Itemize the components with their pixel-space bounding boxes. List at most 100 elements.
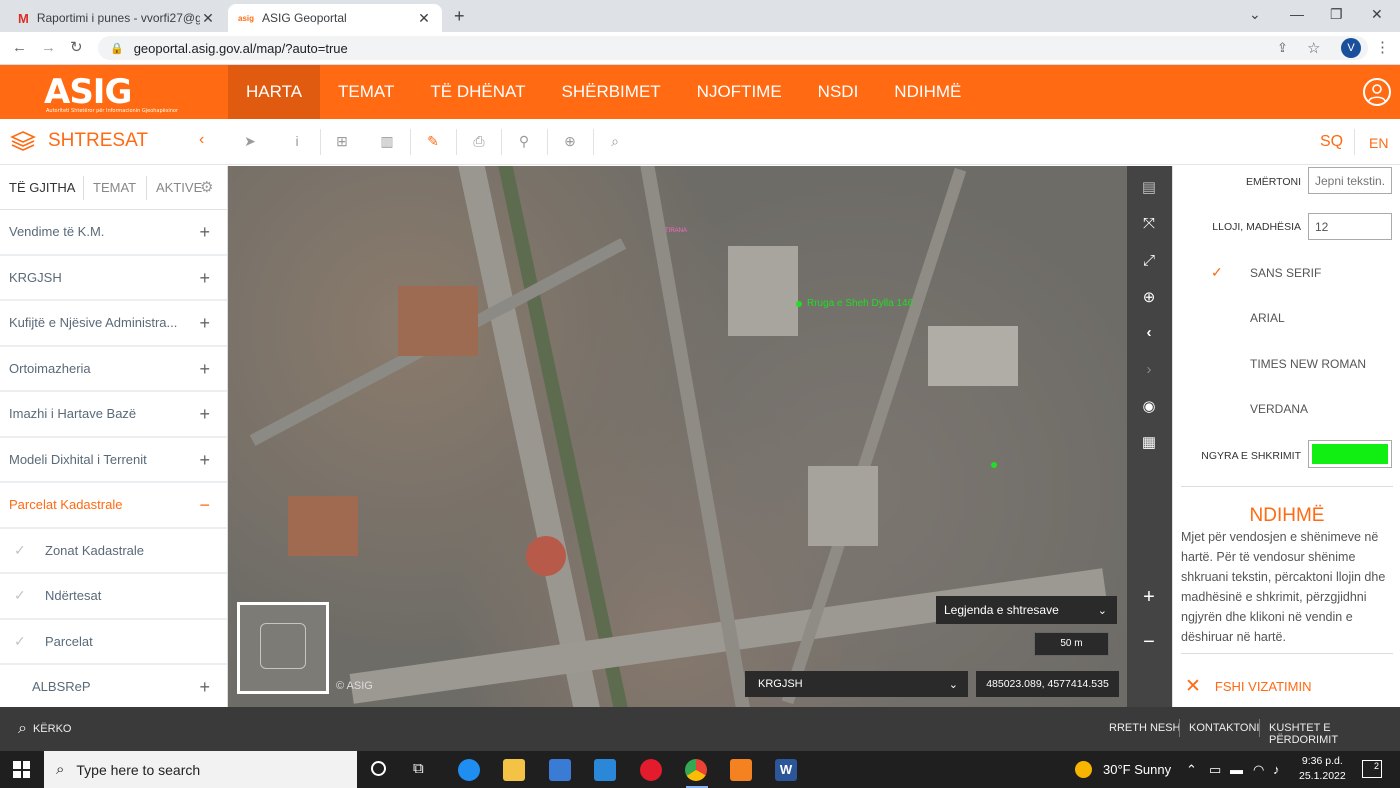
close-tab-icon[interactable]: ✕: [416, 10, 432, 27]
expand-plus-icon[interactable]: +: [199, 359, 210, 380]
layer-ortoimazheria[interactable]: Ortoimazheria +: [0, 347, 227, 392]
footer-link-about[interactable]: RRETH NESH: [1109, 722, 1181, 734]
asig-logo[interactable]: ASIG Autoriteti Shtetëror për Informacio…: [44, 72, 178, 114]
taskbar-search[interactable]: ⌕ Type here to search: [44, 751, 357, 788]
edge-icon[interactable]: [458, 759, 480, 781]
footer-link-terms[interactable]: KUSHTET E PËRDORIMIT: [1269, 722, 1400, 746]
edit-annotation-icon[interactable]: ✎: [424, 133, 442, 151]
font-option-times[interactable]: TIMES NEW ROMAN: [1250, 357, 1366, 371]
layer-vendime-km[interactable]: Vendime të K.M. +: [0, 210, 227, 256]
link-icon[interactable]: ⚲: [515, 133, 533, 151]
opera-icon[interactable]: [640, 759, 662, 781]
sublayer-zonat-kadastrale[interactable]: ✓ Zonat Kadastrale: [0, 529, 227, 574]
font-size-input[interactable]: 12: [1308, 213, 1392, 240]
overview-minimap[interactable]: [237, 602, 329, 694]
map-book-icon[interactable]: ▤: [1138, 177, 1160, 199]
profile-avatar[interactable]: V: [1341, 38, 1361, 58]
store-icon[interactable]: [549, 759, 571, 781]
collapse-panel-chevron-icon[interactable]: ‹: [199, 131, 204, 149]
url-field[interactable]: 🔒 geoportal.asig.gov.al/map/?auto=true: [98, 36, 1368, 60]
maximize-icon[interactable]: ❐: [1330, 6, 1343, 23]
layer-kufijte[interactable]: Kufijtë e Njësive Administra... +: [0, 301, 227, 347]
expand-plus-icon[interactable]: +: [199, 313, 210, 334]
wifi-icon[interactable]: ◠: [1253, 762, 1264, 778]
tray-chevron-icon[interactable]: ⌃: [1186, 762, 1197, 778]
clear-drawing-button[interactable]: ✕ FSHI VIZATIMIN: [1185, 675, 1311, 698]
minimize-icon[interactable]: —: [1290, 6, 1304, 22]
nav-harta[interactable]: HARTA: [228, 65, 321, 119]
zoom-in-icon[interactable]: +: [1138, 586, 1160, 608]
globe-icon[interactable]: ◉: [1138, 396, 1160, 418]
expand-plus-icon[interactable]: +: [199, 222, 210, 243]
print-icon[interactable]: ⎙: [470, 133, 488, 151]
previous-view-icon[interactable]: ‹: [1138, 322, 1160, 344]
cortana-icon[interactable]: [371, 761, 386, 776]
reload-icon[interactable]: ↻: [70, 38, 83, 56]
layer-albsrep[interactable]: ALBSReP +: [0, 665, 227, 707]
sublayer-ndertesat[interactable]: ✓ Ndërtesat: [0, 574, 227, 620]
meet-icon[interactable]: ▭: [1209, 762, 1221, 778]
back-icon[interactable]: ←: [12, 39, 27, 56]
expand-plus-icon[interactable]: +: [199, 677, 210, 698]
nav-te-dhenat[interactable]: TË DHËNAT: [412, 65, 543, 119]
close-window-icon[interactable]: ✕: [1371, 6, 1383, 23]
forward-icon[interactable]: →: [41, 39, 56, 56]
font-option-sans-serif[interactable]: SANS SERIF: [1250, 266, 1321, 280]
layer-krgjsh[interactable]: KRGJSH +: [0, 256, 227, 301]
search-button[interactable]: ⌕ KËRKO: [18, 720, 71, 738]
map-canvas[interactable]: TIRANA Rruga e Sheh Dylla 146 © ASIG Leg…: [228, 166, 1127, 707]
expand-plus-icon[interactable]: +: [199, 268, 210, 289]
crs-select[interactable]: KRGJSH ⌄: [745, 671, 968, 697]
bookmark-star-icon[interactable]: ☆: [1307, 39, 1320, 57]
file-explorer-icon[interactable]: [503, 759, 525, 781]
mail-icon[interactable]: [594, 759, 616, 781]
sublayer-parcelat[interactable]: ✓ Parcelat: [0, 620, 227, 665]
app-g-icon[interactable]: [730, 759, 752, 781]
layer-parcelat-kadastrale[interactable]: Parcelat Kadastrale −: [0, 483, 227, 529]
tab-temat[interactable]: TEMAT: [93, 180, 136, 195]
tab-asig-geoportal[interactable]: asig ASIG Geoportal ✕: [228, 4, 442, 32]
checkmark-icon[interactable]: ✓: [14, 633, 26, 650]
checkmark-icon[interactable]: ✓: [14, 587, 26, 604]
nav-sherbimet[interactable]: SHËRBIMET: [543, 65, 678, 119]
add-circle-icon[interactable]: ⊕: [561, 133, 579, 151]
legend-toggle[interactable]: Legjenda e shtresave ⌄: [936, 596, 1117, 624]
annotation-text-input[interactable]: [1308, 167, 1392, 194]
settings-gear-icon[interactable]: ⚙: [200, 178, 213, 196]
windows-start-icon[interactable]: [13, 761, 30, 778]
new-tab-icon[interactable]: +: [454, 6, 465, 27]
font-option-verdana[interactable]: VERDANA: [1250, 402, 1308, 416]
footer-link-contact[interactable]: KONTAKTONI: [1189, 722, 1260, 734]
lang-sq[interactable]: SQ: [1320, 133, 1343, 151]
fullscreen-icon[interactable]: ⤧: [1138, 213, 1160, 235]
select-pointer-icon[interactable]: ➤: [241, 133, 259, 151]
annotation-point[interactable]: [991, 462, 997, 468]
expand-plus-icon[interactable]: +: [199, 450, 210, 471]
menu-kebab-icon[interactable]: ⋮: [1375, 38, 1390, 56]
battery-icon[interactable]: ▬: [1230, 762, 1243, 777]
collapse-minus-icon[interactable]: −: [199, 495, 210, 516]
user-icon[interactable]: [1363, 78, 1391, 106]
task-view-icon[interactable]: ⧉: [413, 760, 424, 777]
layer-imazhi-hartave[interactable]: Imazhi i Hartave Bazë +: [0, 392, 227, 438]
close-tab-icon[interactable]: ✕: [200, 10, 216, 27]
tab-search-chevron-icon[interactable]: ⌄: [1249, 6, 1261, 23]
nav-njoftime[interactable]: NJOFTIME: [679, 65, 800, 119]
tab-gmail[interactable]: M Raportimi i punes - vvorfi27@gm ✕: [8, 4, 226, 32]
add-layer-icon[interactable]: ⊞: [333, 133, 351, 151]
weather-text[interactable]: 30°F Sunny: [1103, 762, 1171, 777]
zoom-extent-icon[interactable]: ⊕: [1138, 287, 1160, 309]
info-icon[interactable]: i: [288, 133, 306, 151]
checkmark-icon[interactable]: ✓: [14, 542, 26, 559]
expand-icon[interactable]: ⤢: [1138, 250, 1160, 272]
word-icon[interactable]: W: [775, 759, 797, 781]
search-icon[interactable]: ⌕: [606, 133, 624, 151]
tab-aktive[interactable]: AKTIVE: [156, 180, 202, 195]
nav-temat[interactable]: TEMAT: [320, 65, 412, 119]
share-icon[interactable]: ⇪: [1277, 40, 1288, 56]
chrome-icon[interactable]: [685, 759, 707, 781]
font-option-arial[interactable]: ARIAL: [1250, 311, 1285, 325]
tab-te-gjitha[interactable]: TË GJITHA: [9, 180, 75, 195]
clock[interactable]: 9:36 p.d. 25.1.2022: [1299, 754, 1346, 784]
text-color-picker[interactable]: [1308, 440, 1392, 468]
